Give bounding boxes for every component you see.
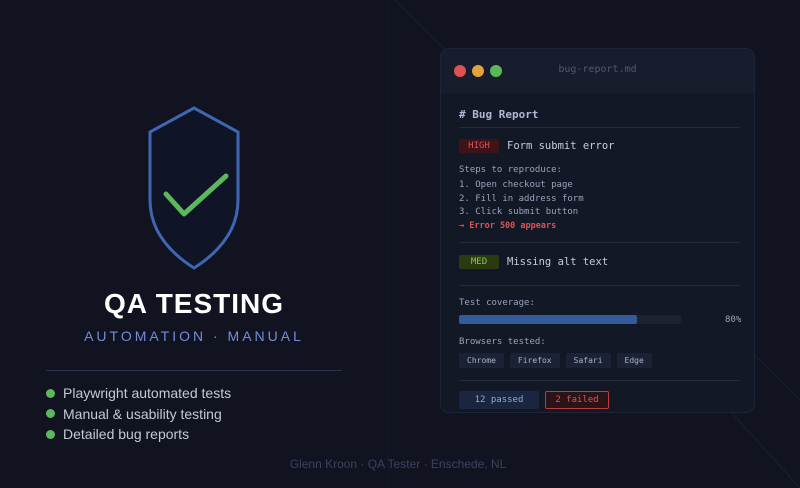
step-item: 2. Fill in address form bbox=[459, 194, 584, 204]
browser-chip: Chrome bbox=[459, 353, 504, 368]
bullet-dot-icon bbox=[46, 388, 55, 398]
severity-badge-med: MED bbox=[459, 255, 499, 269]
severity-badge-high: HIGH bbox=[459, 139, 499, 153]
footer-credit: Glenn Kroon · QA Tester · Enschede, NL bbox=[289, 457, 507, 471]
issue-title: Form submit error bbox=[507, 140, 615, 152]
browser-chip: Firefox bbox=[509, 353, 560, 368]
page-subtitle: AUTOMATION · MANUAL bbox=[84, 328, 304, 344]
page-title: QA TESTING bbox=[103, 288, 285, 319]
window-titlebar: bug-report.md bbox=[441, 49, 754, 93]
bullet-dot-icon bbox=[46, 429, 55, 439]
window-title: bug-report.md bbox=[558, 64, 637, 75]
feature-text: Playwright automated tests bbox=[63, 385, 232, 402]
coverage-percent: 80% bbox=[725, 315, 742, 325]
doc-heading: # Bug Report bbox=[459, 108, 539, 121]
coverage-label: Test coverage: bbox=[459, 298, 535, 308]
feature-text: Manual & usability testing bbox=[63, 405, 222, 422]
divider bbox=[46, 370, 342, 371]
browser-chip: Edge bbox=[616, 353, 652, 368]
step-item: 1. Open checkout page bbox=[459, 180, 573, 190]
divider bbox=[459, 242, 740, 243]
error-result: → Error 500 appears bbox=[459, 221, 557, 231]
divider bbox=[459, 285, 740, 286]
bug-report-window: bug-report.md # Bug Report HIGH Form sub… bbox=[441, 49, 754, 412]
browser-chip-list: Chrome Firefox Safari Edge bbox=[459, 353, 652, 368]
bullet-dot-icon bbox=[46, 409, 55, 419]
divider bbox=[459, 127, 740, 128]
feature-item: Detailed bug reports bbox=[46, 424, 231, 445]
issue-title: Missing alt text bbox=[507, 256, 609, 268]
feature-item: Manual & usability testing bbox=[46, 404, 231, 425]
shield-check-icon bbox=[148, 106, 240, 270]
failed-count-badge: 2 failed bbox=[545, 391, 609, 409]
browsers-label: Browsers tested: bbox=[459, 337, 546, 347]
feature-text: Detailed bug reports bbox=[63, 426, 190, 443]
browser-chip: Safari bbox=[565, 353, 611, 368]
passed-count-badge: 12 passed bbox=[459, 391, 539, 409]
coverage-progress-bar bbox=[459, 315, 681, 324]
step-item: 3. Click submit button bbox=[459, 207, 579, 217]
coverage-progress-fill bbox=[459, 315, 637, 324]
divider bbox=[459, 380, 740, 381]
feature-item: Playwright automated tests bbox=[46, 383, 231, 404]
steps-label: Steps to reproduce: bbox=[459, 165, 562, 175]
feature-list: Playwright automated tests Manual & usab… bbox=[46, 383, 231, 445]
